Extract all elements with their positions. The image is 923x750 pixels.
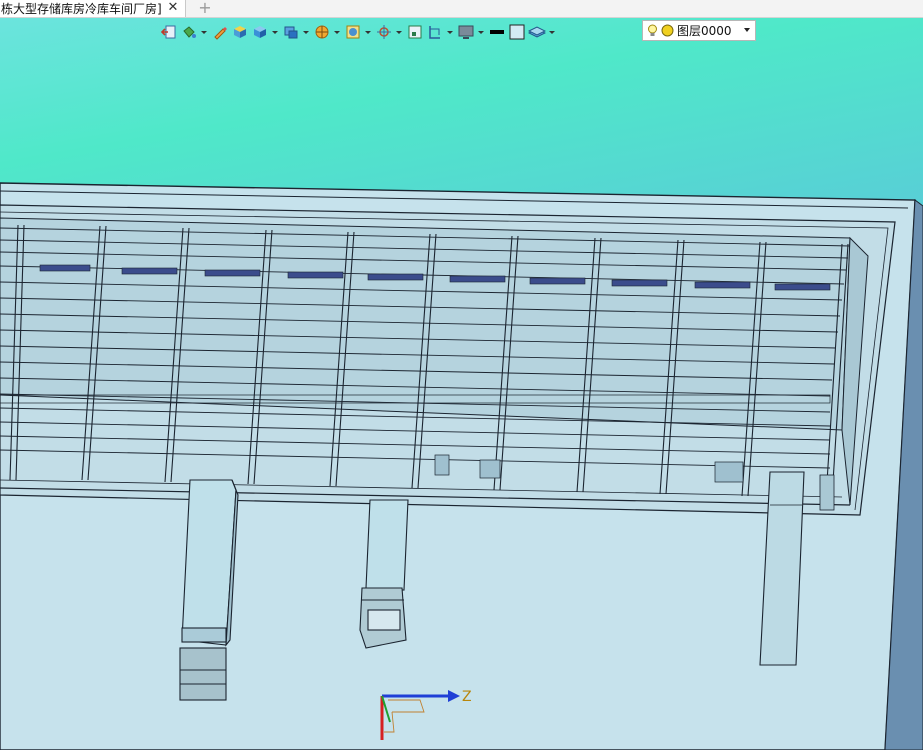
back-wall [0, 217, 851, 431]
ruler-icon[interactable] [426, 23, 444, 41]
document-tab[interactable]: 栋大型存储库房冷库车间厂房] ✕ [0, 0, 186, 17]
chevron-down-icon[interactable] [302, 23, 309, 41]
close-icon[interactable]: ✕ [166, 0, 180, 17]
chevron-down-icon[interactable] [200, 23, 207, 41]
bulb-icon[interactable] [647, 24, 658, 38]
add-tab-icon[interactable]: + [197, 0, 213, 16]
solid-box-icon[interactable] [231, 23, 249, 41]
document-tab-title: 栋大型存储库房冷库车间厂房] [1, 2, 162, 16]
orbit-target-icon[interactable] [375, 23, 393, 41]
chevron-down-icon[interactable] [364, 23, 371, 41]
warehouse-model[interactable] [0, 0, 923, 750]
section-view-icon[interactable] [344, 23, 362, 41]
view-toolbar [160, 20, 559, 44]
chevron-down-icon[interactable] [548, 23, 555, 41]
layer-stack-icon[interactable] [528, 23, 546, 41]
paint-bucket-icon[interactable] [180, 23, 198, 41]
pencil-icon[interactable] [211, 23, 229, 41]
display-mode-icon[interactable] [282, 23, 300, 41]
fit-view-icon[interactable] [406, 23, 424, 41]
chevron-down-icon[interactable] [271, 23, 278, 41]
line-color-icon[interactable] [488, 23, 506, 41]
layer-color-dot-icon[interactable] [661, 24, 674, 37]
z-axis-label: Z [462, 689, 472, 705]
layer-select[interactable]: 图层0000 [642, 20, 756, 41]
chevron-down-icon[interactable] [477, 23, 484, 41]
cube-view-icon[interactable] [251, 23, 269, 41]
layer-name: 图层0000 [677, 24, 732, 38]
chevron-down-icon[interactable] [333, 23, 340, 41]
document-tab-bar: 栋大型存储库房冷库车间厂房] ✕ + [0, 0, 923, 18]
exit-sketch-icon[interactable] [160, 23, 178, 41]
monitor-icon[interactable] [457, 23, 475, 41]
chevron-down-icon[interactable] [446, 23, 453, 41]
render-sphere-icon[interactable] [313, 23, 331, 41]
chevron-down-icon[interactable] [744, 28, 750, 32]
fill-color-icon[interactable] [508, 23, 526, 41]
chevron-down-icon[interactable] [395, 23, 402, 41]
